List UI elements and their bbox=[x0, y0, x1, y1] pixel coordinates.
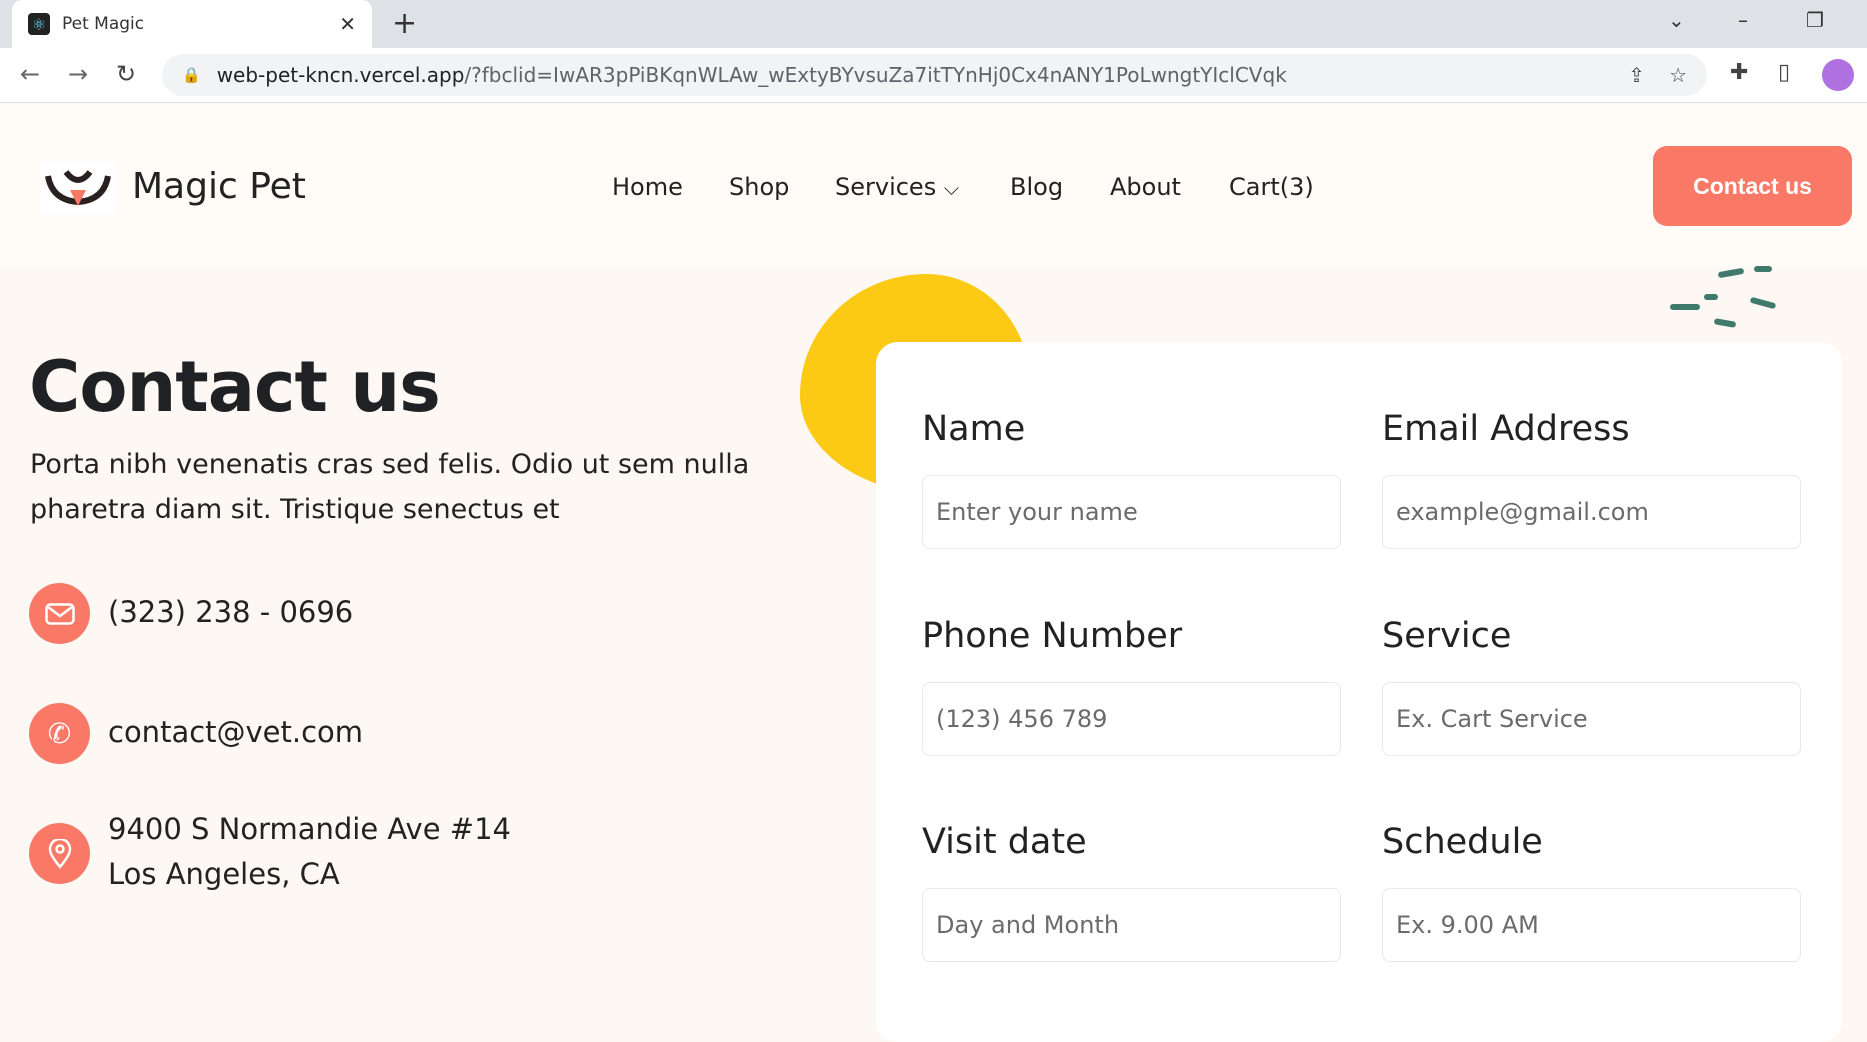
page-title: Contact us bbox=[29, 346, 441, 428]
contact-us-button[interactable]: Contact us bbox=[1653, 146, 1852, 226]
share-icon[interactable]: ⇪ bbox=[1628, 63, 1645, 87]
dashes-decoration bbox=[1670, 262, 1790, 332]
extensions-icon[interactable]: ✚ bbox=[1730, 60, 1748, 85]
email-label: Email Address bbox=[1382, 409, 1630, 449]
lock-icon: 🔒 bbox=[182, 66, 201, 84]
contact-phone: (323) 238 - 0696 bbox=[108, 595, 354, 629]
star-icon[interactable]: ☆ bbox=[1669, 63, 1687, 87]
nav-cart[interactable]: Cart(3) bbox=[1229, 173, 1314, 201]
logo-icon[interactable] bbox=[40, 161, 116, 215]
address-bar[interactable]: 🔒 web-pet-kncn.vercel.app/?fbclid=IwAR3p… bbox=[162, 54, 1707, 96]
profile-avatar[interactable] bbox=[1822, 59, 1854, 91]
address-line-1: 9400 S Normandie Ave #14 bbox=[108, 812, 511, 846]
address-line-2: Los Angeles, CA bbox=[108, 857, 340, 891]
side-panel-icon[interactable]: ▯ bbox=[1778, 60, 1790, 85]
schedule-input[interactable] bbox=[1382, 888, 1801, 962]
nav-about[interactable]: About bbox=[1110, 173, 1181, 201]
react-favicon-icon: ⚛ bbox=[28, 13, 50, 35]
back-icon[interactable]: ← bbox=[20, 60, 40, 88]
phone-label: Phone Number bbox=[922, 616, 1183, 656]
visit-date-label: Visit date bbox=[922, 822, 1087, 862]
nav-blog[interactable]: Blog bbox=[1010, 173, 1063, 201]
tab-search-icon[interactable]: ⌄ bbox=[1668, 8, 1685, 32]
tab-title: Pet Magic bbox=[62, 14, 145, 34]
chevron-down-icon: ⌵ bbox=[943, 176, 960, 200]
contact-email[interactable]: contact@vet.com bbox=[108, 710, 363, 755]
location-pin-icon bbox=[29, 823, 90, 884]
url-host: web-pet-kncn.vercel.app bbox=[216, 63, 465, 87]
email-input[interactable] bbox=[1382, 475, 1801, 549]
contact-address: 9400 S Normandie Ave #14 Los Angeles, CA bbox=[108, 807, 511, 897]
service-label: Service bbox=[1382, 616, 1512, 656]
phone-icon: ✆ bbox=[29, 703, 90, 764]
restore-icon[interactable]: ❐ bbox=[1806, 8, 1824, 32]
close-tab-icon[interactable]: ✕ bbox=[339, 12, 356, 36]
forward-icon[interactable]: → bbox=[68, 60, 88, 88]
browser-tab[interactable]: ⚛ Pet Magic ✕ bbox=[12, 0, 372, 48]
visit-date-input[interactable] bbox=[922, 888, 1341, 962]
nav-shop[interactable]: Shop bbox=[729, 173, 789, 201]
service-input[interactable] bbox=[1382, 682, 1801, 756]
name-label: Name bbox=[922, 409, 1026, 449]
name-input[interactable] bbox=[922, 475, 1341, 549]
minimize-icon[interactable]: – bbox=[1738, 8, 1748, 32]
brand-name[interactable]: Magic Pet bbox=[132, 166, 306, 207]
schedule-label: Schedule bbox=[1382, 822, 1543, 862]
mail-icon bbox=[29, 583, 90, 644]
new-tab-icon[interactable]: + bbox=[392, 6, 417, 41]
nav-home[interactable]: Home bbox=[612, 173, 683, 201]
url-path: /?fbclid=IwAR3pPiBKqnWLAw_wExtyBYvsuZa7i… bbox=[464, 63, 1287, 87]
intro-text: Porta nibh venenatis cras sed felis. Odi… bbox=[30, 449, 750, 525]
nav-services-label: Services bbox=[835, 173, 937, 201]
reload-icon[interactable]: ↻ bbox=[116, 60, 136, 88]
phone-input[interactable] bbox=[922, 682, 1341, 756]
nav-services[interactable]: Services ⌵ bbox=[835, 173, 959, 201]
